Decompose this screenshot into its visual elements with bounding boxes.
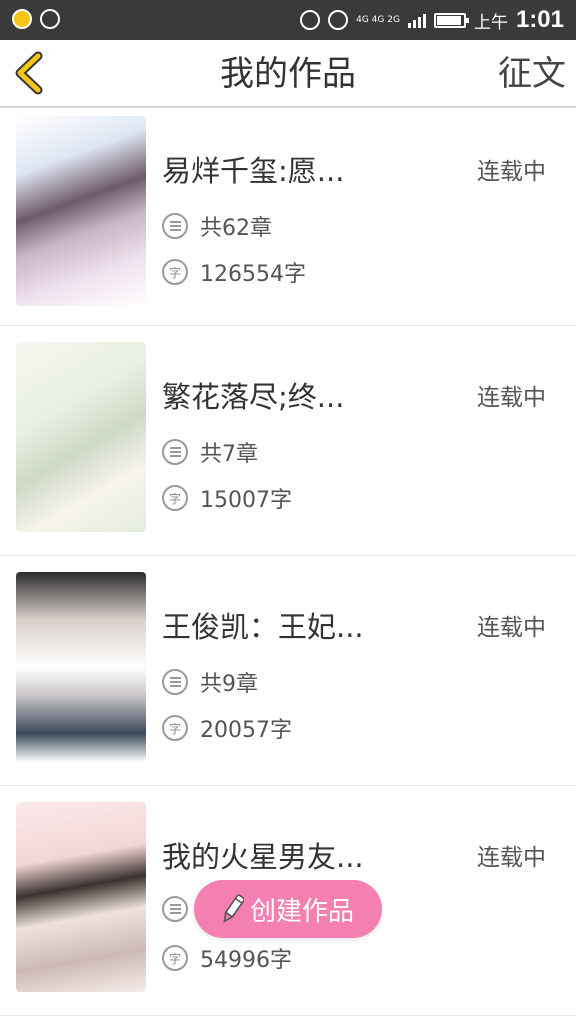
word-count-text: 126554字 bbox=[200, 262, 306, 287]
cover-image bbox=[16, 802, 146, 992]
list-icon bbox=[162, 669, 188, 695]
status-badge: 连载中 bbox=[477, 615, 546, 641]
sync-notification-icon bbox=[40, 9, 60, 29]
chapter-count: 共9章 bbox=[162, 666, 258, 698]
word-count: 字 20057字 bbox=[162, 712, 292, 744]
word-count-text: 20057字 bbox=[200, 718, 292, 743]
work-title: 繁花落尽;终... bbox=[162, 380, 345, 414]
word-count-icon: 字 bbox=[162, 259, 188, 285]
work-item[interactable]: 繁花落尽;终... 连载中 共7章 字 15007字 bbox=[0, 326, 576, 556]
alarm-icon bbox=[328, 10, 349, 30]
contest-button[interactable]: 征文 bbox=[498, 40, 566, 108]
status-badge: 连载中 bbox=[477, 159, 546, 185]
notification-icons bbox=[12, 9, 60, 29]
status-badge: 连载中 bbox=[477, 845, 546, 871]
list-icon bbox=[162, 896, 188, 922]
status-bar: 4G 4G 2G 上午 1:01 bbox=[0, 0, 576, 40]
status-badge: 连载中 bbox=[477, 385, 546, 411]
clock: 1:01 bbox=[515, 6, 564, 33]
word-count: 字 54996字 bbox=[162, 942, 292, 974]
network-type: 4G 4G 2G bbox=[356, 15, 400, 25]
app-notification-icon bbox=[12, 9, 32, 29]
word-count-icon: 字 bbox=[162, 715, 188, 741]
work-item[interactable]: 王俊凯：王妃... 连载中 共9章 字 20057字 bbox=[0, 556, 576, 786]
chapter-count-text: 共9章 bbox=[200, 672, 258, 697]
list-icon bbox=[162, 439, 188, 465]
work-title: 王俊凯：王妃... bbox=[162, 610, 364, 644]
cover-image bbox=[16, 572, 146, 762]
time-ampm: 上午 bbox=[473, 12, 508, 32]
word-count: 字 15007字 bbox=[162, 482, 292, 514]
word-count-icon: 字 bbox=[162, 485, 188, 511]
create-work-button[interactable]: 创建作品 bbox=[194, 880, 382, 938]
chapter-count-text: 共7章 bbox=[200, 442, 258, 467]
signal-icon bbox=[407, 12, 426, 28]
word-count-text: 54996字 bbox=[200, 948, 292, 973]
pencil-icon bbox=[223, 894, 244, 923]
work-title: 我的火星男友... bbox=[162, 840, 364, 874]
headphones-icon bbox=[300, 10, 321, 30]
word-count: 字 126554字 bbox=[162, 256, 306, 288]
page-title: 我的作品 bbox=[220, 54, 356, 94]
header-bar: 我的作品 征文 bbox=[0, 40, 576, 108]
chapter-count: 共62章 bbox=[162, 210, 272, 242]
work-item[interactable]: 易烊千玺:愿... 连载中 共62章 字 126554字 bbox=[0, 110, 576, 326]
system-status: 4G 4G 2G 上午 1:01 bbox=[300, 0, 564, 40]
chapter-count-text: 共62章 bbox=[200, 216, 272, 241]
create-work-label: 创建作品 bbox=[249, 896, 354, 927]
word-count-text: 15007字 bbox=[200, 488, 292, 513]
work-title: 易烊千玺:愿... bbox=[162, 154, 345, 188]
word-count-icon: 字 bbox=[162, 945, 188, 971]
cover-image bbox=[16, 116, 146, 306]
cover-image bbox=[16, 342, 146, 532]
list-icon bbox=[162, 213, 188, 239]
chapter-count: 共7章 bbox=[162, 436, 258, 468]
battery-icon bbox=[433, 12, 469, 28]
